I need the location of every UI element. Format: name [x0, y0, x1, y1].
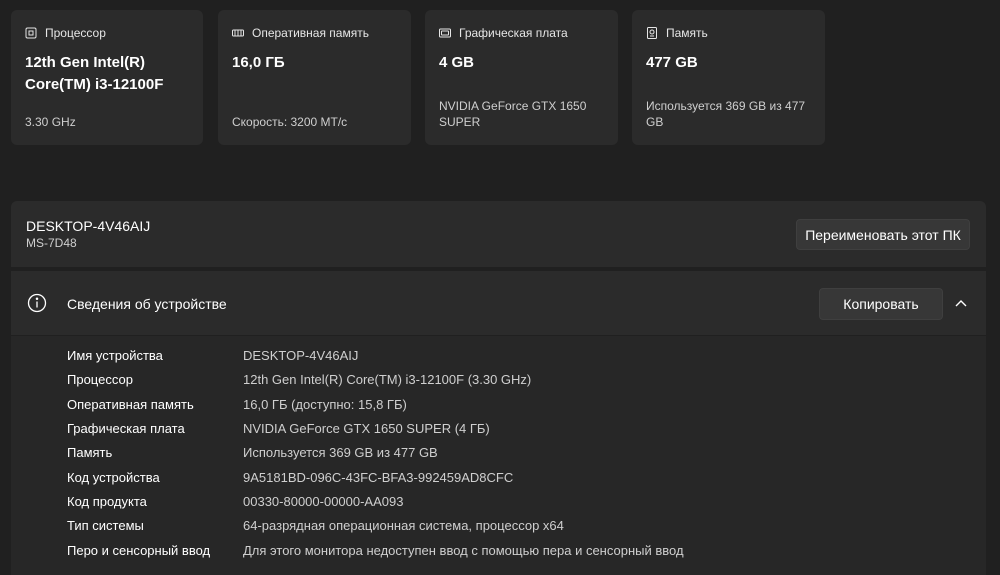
info-icon [27, 293, 47, 313]
spec-label: Оперативная память [67, 397, 194, 412]
spec-value: DESKTOP-4V46AIJ [243, 348, 359, 363]
chevron-up-icon[interactable] [954, 296, 968, 310]
spec-value: NVIDIA GeForce GTX 1650 SUPER (4 ГБ) [243, 421, 490, 436]
storage-icon [647, 27, 657, 39]
spec-label: Процессор [67, 372, 133, 387]
spec-row: Графическая плата NVIDIA GeForce GTX 165… [67, 421, 490, 441]
processor-icon [25, 27, 37, 39]
graphics-card: Графическая плата 4 GB NVIDIA GeForce GT… [425, 10, 618, 145]
spec-label: Перо и сенсорный ввод [67, 543, 211, 558]
spec-value: 00330-80000-00000-AA093 [243, 494, 404, 509]
spec-row: Перо и сенсорный ввод Для этого монитора… [67, 543, 684, 563]
card-title: Процессор [45, 26, 106, 40]
spec-row: Память Используется 369 GB из 477 GB [67, 445, 438, 465]
spec-value: 9A5181BD-096C-43FC-BFA3-992459AD8CFC [243, 470, 514, 485]
rename-pc-button[interactable]: Переименовать этот ПК [796, 219, 970, 250]
graphics-card-icon [439, 28, 451, 38]
card-title: Оперативная память [252, 26, 369, 40]
spec-row: Процессор 12th Gen Intel(R) Core(TM) i3-… [67, 372, 531, 392]
spec-row: Код продукта 00330-80000-00000-AA093 [67, 494, 403, 514]
spec-value: 12th Gen Intel(R) Core(TM) i3-12100F (3.… [243, 372, 532, 387]
spec-value: Используется 369 GB из 477 GB [243, 445, 438, 460]
card-subtext: Используется 369 GB из 477 GB [646, 99, 806, 129]
card-subtext: Скорость: 3200 МТ/с [232, 115, 348, 129]
card-value: 477 GB [646, 54, 698, 71]
card-value: 16,0 ГБ [232, 54, 285, 71]
spec-label: Тип системы [67, 518, 144, 533]
spec-label: Имя устройства [67, 348, 163, 363]
ram-card: Оперативная память 16,0 ГБ Скорость: 320… [218, 10, 411, 145]
spec-label: Память [67, 445, 113, 460]
spec-row: Код устройства 9A5181BD-096C-43FC-BFA3-9… [67, 470, 513, 490]
spec-value: Для этого монитора недоступен ввод с пом… [243, 543, 684, 558]
card-value: 12th Gen Intel(R) Core(TM) i3-12100F [25, 54, 164, 93]
card-subtext: 3.30 GHz [25, 115, 76, 129]
device-name-panel: DESKTOP-4V46AIJ MS-7D48 Переименовать эт… [11, 201, 986, 267]
spec-value: 16,0 ГБ (доступно: 15,8 ГБ) [243, 397, 407, 412]
device-name: DESKTOP-4V46AIJ [26, 218, 151, 234]
ram-icon [232, 29, 244, 37]
card-title: Память [666, 26, 708, 40]
device-specs-list: Имя устройства DESKTOP-4V46AIJ Процессор… [11, 336, 986, 575]
spec-value: 64-разрядная операционная система, проце… [243, 518, 564, 533]
device-model: MS-7D48 [26, 236, 77, 250]
card-subtext: NVIDIA GeForce GTX 1650 SUPER [439, 99, 587, 129]
spec-row: Оперативная память 16,0 ГБ (доступно: 15… [67, 397, 407, 417]
spec-label: Код устройства [67, 470, 160, 485]
spec-row: Тип системы 64-разрядная операционная си… [67, 518, 564, 538]
spec-label: Код продукта [67, 494, 147, 509]
device-specs-title: Сведения об устройстве [67, 296, 227, 312]
spec-row: Имя устройства DESKTOP-4V46AIJ [67, 348, 358, 368]
processor-card: Процессор 12th Gen Intel(R) Core(TM) i3-… [11, 10, 203, 145]
card-title: Графическая плата [459, 26, 568, 40]
copy-button[interactable]: Копировать [819, 288, 943, 320]
spec-label: Графическая плата [67, 421, 185, 436]
card-value: 4 GB [439, 54, 475, 71]
device-specs-header[interactable]: Сведения об устройстве Копировать [11, 271, 986, 335]
storage-card: Память 477 GB Используется 369 GB из 477… [632, 10, 825, 145]
